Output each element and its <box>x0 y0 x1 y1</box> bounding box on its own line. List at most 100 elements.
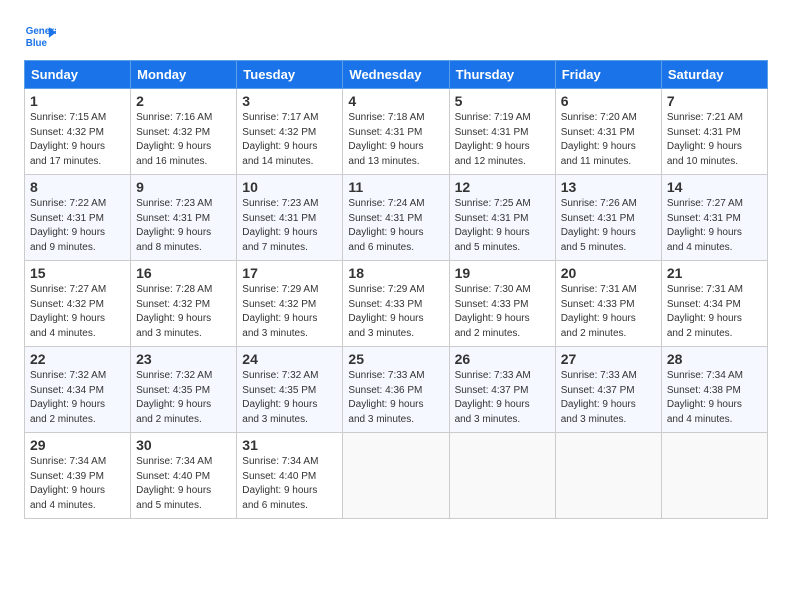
calendar-cell: 25 Sunrise: 7:33 AM Sunset: 4:36 PM Dayli… <box>343 347 449 433</box>
calendar-cell: 16 Sunrise: 7:28 AM Sunset: 4:32 PM Dayli… <box>131 261 237 347</box>
day-info: Sunrise: 7:19 AM Sunset: 4:31 PM Dayligh… <box>455 111 550 169</box>
calendar-cell: 29 Sunrise: 7:34 AM Sunset: 4:39 PM Dayli… <box>25 433 131 519</box>
logo-icon: General Blue <box>24 20 56 52</box>
day-header-thursday: Thursday <box>449 61 555 89</box>
day-info: Sunrise: 7:31 AM Sunset: 4:34 PM Dayligh… <box>667 283 762 341</box>
day-header-friday: Friday <box>555 61 661 89</box>
day-info: Sunrise: 7:20 AM Sunset: 4:31 PM Dayligh… <box>561 111 656 169</box>
logo: General Blue <box>24 20 56 52</box>
day-number: 12 <box>455 179 550 195</box>
day-header-saturday: Saturday <box>661 61 767 89</box>
day-info: Sunrise: 7:26 AM Sunset: 4:31 PM Dayligh… <box>561 197 656 255</box>
day-info: Sunrise: 7:27 AM Sunset: 4:32 PM Dayligh… <box>30 283 125 341</box>
day-info: Sunrise: 7:16 AM Sunset: 4:32 PM Dayligh… <box>136 111 231 169</box>
day-info: Sunrise: 7:22 AM Sunset: 4:31 PM Dayligh… <box>30 197 125 255</box>
day-info: Sunrise: 7:29 AM Sunset: 4:32 PM Dayligh… <box>242 283 337 341</box>
calendar-cell <box>449 433 555 519</box>
day-info: Sunrise: 7:23 AM Sunset: 4:31 PM Dayligh… <box>242 197 337 255</box>
calendar-cell: 3Sunrise: 7:17 AM Sunset: 4:32 PM Daylig… <box>237 89 343 175</box>
day-info: Sunrise: 7:32 AM Sunset: 4:35 PM Dayligh… <box>242 369 337 427</box>
calendar-cell: 24 Sunrise: 7:32 AM Sunset: 4:35 PM Dayli… <box>237 347 343 433</box>
day-info: Sunrise: 7:30 AM Sunset: 4:33 PM Dayligh… <box>455 283 550 341</box>
calendar-cell: 23Sunrise: 7:32 AM Sunset: 4:35 PM Dayli… <box>131 347 237 433</box>
day-number: 26 <box>455 351 550 367</box>
calendar-cell: 28Sunrise: 7:34 AM Sunset: 4:38 PM Dayli… <box>661 347 767 433</box>
calendar-cell: 20 Sunrise: 7:31 AM Sunset: 4:33 PM Dayli… <box>555 261 661 347</box>
day-header-wednesday: Wednesday <box>343 61 449 89</box>
calendar-week-5: 29 Sunrise: 7:34 AM Sunset: 4:39 PM Dayli… <box>25 433 768 519</box>
day-number: 13 <box>561 179 656 195</box>
calendar-cell: 5 Sunrise: 7:19 AM Sunset: 4:31 PM Daylig… <box>449 89 555 175</box>
day-number: 20 <box>561 265 656 281</box>
calendar-cell: 21Sunrise: 7:31 AM Sunset: 4:34 PM Dayli… <box>661 261 767 347</box>
day-info: Sunrise: 7:23 AM Sunset: 4:31 PM Dayligh… <box>136 197 231 255</box>
day-info: Sunrise: 7:28 AM Sunset: 4:32 PM Dayligh… <box>136 283 231 341</box>
calendar-week-1: 1 Sunrise: 7:15 AM Sunset: 4:32 PM Daylig… <box>25 89 768 175</box>
day-info: Sunrise: 7:34 AM Sunset: 4:39 PM Dayligh… <box>30 455 125 513</box>
day-number: 25 <box>348 351 443 367</box>
page-header: General Blue <box>24 20 768 52</box>
day-number: 16 <box>136 265 231 281</box>
day-info: Sunrise: 7:31 AM Sunset: 4:33 PM Dayligh… <box>561 283 656 341</box>
day-header-tuesday: Tuesday <box>237 61 343 89</box>
day-number: 14 <box>667 179 762 195</box>
calendar-cell: 15 Sunrise: 7:27 AM Sunset: 4:32 PM Dayli… <box>25 261 131 347</box>
calendar-cell: 22 Sunrise: 7:32 AM Sunset: 4:34 PM Dayli… <box>25 347 131 433</box>
day-header-sunday: Sunday <box>25 61 131 89</box>
calendar-cell: 9Sunrise: 7:23 AM Sunset: 4:31 PM Daylig… <box>131 175 237 261</box>
day-info: Sunrise: 7:21 AM Sunset: 4:31 PM Dayligh… <box>667 111 762 169</box>
day-info: Sunrise: 7:34 AM Sunset: 4:40 PM Dayligh… <box>242 455 337 513</box>
calendar-cell: 7 Sunrise: 7:21 AM Sunset: 4:31 PM Daylig… <box>661 89 767 175</box>
day-number: 24 <box>242 351 337 367</box>
calendar-cell <box>555 433 661 519</box>
calendar-cell: 30Sunrise: 7:34 AM Sunset: 4:40 PM Dayli… <box>131 433 237 519</box>
day-number: 1 <box>30 93 125 109</box>
day-number: 28 <box>667 351 762 367</box>
day-number: 18 <box>348 265 443 281</box>
calendar-cell: 18 Sunrise: 7:29 AM Sunset: 4:33 PM Dayli… <box>343 261 449 347</box>
day-number: 11 <box>348 179 443 195</box>
day-number: 30 <box>136 437 231 453</box>
calendar-week-3: 15 Sunrise: 7:27 AM Sunset: 4:32 PM Dayli… <box>25 261 768 347</box>
day-info: Sunrise: 7:25 AM Sunset: 4:31 PM Dayligh… <box>455 197 550 255</box>
day-number: 31 <box>242 437 337 453</box>
day-info: Sunrise: 7:33 AM Sunset: 4:37 PM Dayligh… <box>455 369 550 427</box>
calendar-cell: 10 Sunrise: 7:23 AM Sunset: 4:31 PM Dayli… <box>237 175 343 261</box>
day-number: 7 <box>667 93 762 109</box>
calendar-cell: 4Sunrise: 7:18 AM Sunset: 4:31 PM Daylig… <box>343 89 449 175</box>
calendar-cell: 13 Sunrise: 7:26 AM Sunset: 4:31 PM Dayli… <box>555 175 661 261</box>
calendar-week-2: 8 Sunrise: 7:22 AM Sunset: 4:31 PM Daylig… <box>25 175 768 261</box>
day-info: Sunrise: 7:24 AM Sunset: 4:31 PM Dayligh… <box>348 197 443 255</box>
day-info: Sunrise: 7:33 AM Sunset: 4:36 PM Dayligh… <box>348 369 443 427</box>
calendar-week-4: 22 Sunrise: 7:32 AM Sunset: 4:34 PM Dayli… <box>25 347 768 433</box>
day-info: Sunrise: 7:15 AM Sunset: 4:32 PM Dayligh… <box>30 111 125 169</box>
day-header-monday: Monday <box>131 61 237 89</box>
calendar-cell: 27Sunrise: 7:33 AM Sunset: 4:37 PM Dayli… <box>555 347 661 433</box>
calendar-cell: 6 Sunrise: 7:20 AM Sunset: 4:31 PM Daylig… <box>555 89 661 175</box>
day-info: Sunrise: 7:32 AM Sunset: 4:34 PM Dayligh… <box>30 369 125 427</box>
day-number: 19 <box>455 265 550 281</box>
day-number: 22 <box>30 351 125 367</box>
calendar-header-row: SundayMondayTuesdayWednesdayThursdayFrid… <box>25 61 768 89</box>
day-number: 5 <box>455 93 550 109</box>
calendar-cell: 19 Sunrise: 7:30 AM Sunset: 4:33 PM Dayli… <box>449 261 555 347</box>
calendar-cell: 14Sunrise: 7:27 AM Sunset: 4:31 PM Dayli… <box>661 175 767 261</box>
day-number: 17 <box>242 265 337 281</box>
day-info: Sunrise: 7:17 AM Sunset: 4:32 PM Dayligh… <box>242 111 337 169</box>
svg-text:Blue: Blue <box>26 38 48 49</box>
day-info: Sunrise: 7:18 AM Sunset: 4:31 PM Dayligh… <box>348 111 443 169</box>
day-number: 27 <box>561 351 656 367</box>
day-number: 8 <box>30 179 125 195</box>
day-number: 6 <box>561 93 656 109</box>
calendar-cell: 17 Sunrise: 7:29 AM Sunset: 4:32 PM Dayli… <box>237 261 343 347</box>
calendar-table: SundayMondayTuesdayWednesdayThursdayFrid… <box>24 60 768 519</box>
calendar-cell: 2Sunrise: 7:16 AM Sunset: 4:32 PM Daylig… <box>131 89 237 175</box>
day-number: 15 <box>30 265 125 281</box>
calendar-cell: 11 Sunrise: 7:24 AM Sunset: 4:31 PM Dayli… <box>343 175 449 261</box>
day-number: 10 <box>242 179 337 195</box>
calendar-cell: 31 Sunrise: 7:34 AM Sunset: 4:40 PM Dayli… <box>237 433 343 519</box>
calendar-cell <box>661 433 767 519</box>
day-number: 29 <box>30 437 125 453</box>
day-info: Sunrise: 7:29 AM Sunset: 4:33 PM Dayligh… <box>348 283 443 341</box>
calendar-cell: 1 Sunrise: 7:15 AM Sunset: 4:32 PM Daylig… <box>25 89 131 175</box>
